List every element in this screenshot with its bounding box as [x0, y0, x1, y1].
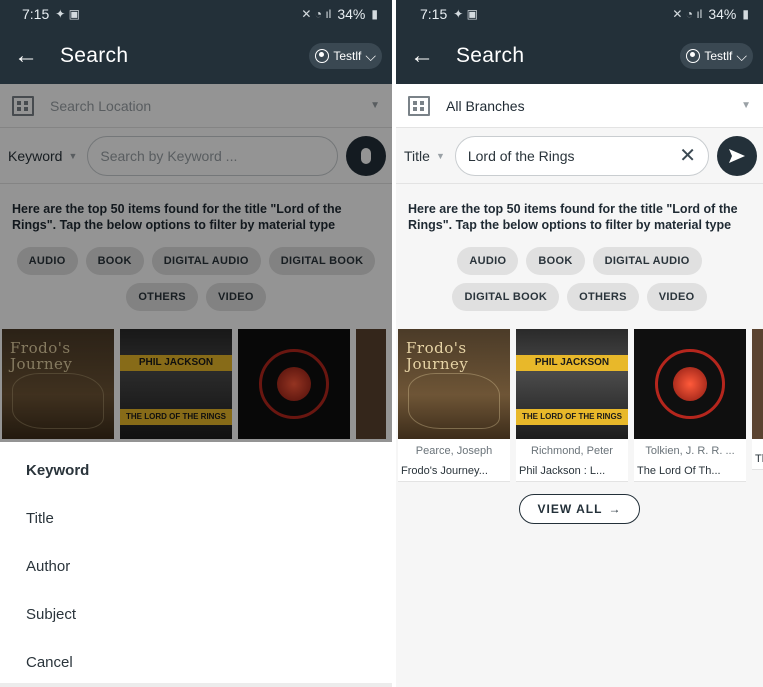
menu-item-title[interactable]: Title: [0, 494, 392, 542]
result-author: Richmond, Peter: [531, 445, 613, 458]
result-author: [755, 445, 763, 453]
results-summary: Here are the top 50 items found for the …: [408, 202, 738, 232]
search-row: Title ▼ ✕: [396, 128, 763, 184]
result-meta: Pearce, Joseph Frodo's Journey...: [398, 439, 510, 483]
cover-band: PHIL JACKSON: [516, 355, 628, 372]
user-menu-button[interactable]: Testlf ⌵: [680, 43, 753, 69]
location-value: All Branches: [446, 97, 525, 114]
result-meta: Richmond, Peter Phil Jackson : L...: [516, 439, 628, 483]
chip-book[interactable]: BOOK: [526, 247, 585, 276]
app-bar: ← Search Testlf ⌵: [396, 28, 763, 84]
notification-icon: ✦ ▣: [453, 7, 478, 21]
result-card[interactable]: Th: [752, 329, 763, 482]
page-title: Search: [456, 44, 525, 67]
send-icon: [729, 148, 745, 163]
result-author: Pearce, Joseph: [415, 445, 493, 458]
menu-item-subject[interactable]: Subject: [0, 590, 392, 638]
chip-digital-audio[interactable]: DIGITAL AUDIO: [592, 247, 702, 276]
arrow-right-icon: →: [608, 502, 622, 517]
result-card[interactable]: PHIL JACKSON THE LORD OF THE RINGS Richm…: [516, 329, 628, 483]
ring-icon: [655, 349, 725, 420]
search-type-label: Title: [404, 147, 430, 164]
status-time: 7:15: [420, 6, 448, 22]
result-title: Frodo's Journey...: [401, 465, 488, 478]
result-title: The Lord Of Th...: [637, 465, 721, 478]
book-cover: [752, 329, 763, 440]
result-list: Frodo's Journey Pearce, Joseph Frodo's J…: [396, 329, 763, 483]
result-card[interactable]: Frodo's Journey Pearce, Joseph Frodo's J…: [398, 329, 510, 483]
back-arrow-icon[interactable]: ←: [14, 44, 54, 68]
view-all-button[interactable]: VIEW ALL →: [518, 494, 641, 525]
notification-icon: ✦ ▣: [55, 7, 80, 21]
right-screen: 7:15 ✦ ▣ ✕ ◔ ıl 34% ▮ ← Search Testlf ⌵ …: [396, 0, 763, 687]
search-type-menu: Keyword Title Author Subject Cancel: [0, 442, 392, 687]
result-author: Tolkien, J. R. R. ...: [645, 445, 735, 458]
search-submit-button[interactable]: [717, 135, 757, 176]
clear-icon[interactable]: ✕: [679, 143, 696, 168]
material-filter-chips: AUDIO BOOK DIGITAL AUDIO DIGITAL BOOK OT…: [396, 243, 763, 319]
battery-level: 34%: [337, 6, 366, 22]
cover-title: Frodo's Journey: [406, 339, 469, 373]
book-cover: [634, 329, 746, 440]
user-name: Testlf: [704, 49, 733, 63]
left-screen: 7:15 ✦ ▣ ✕ ◔ ıl 34% ▮ ← Search Testlf ⌵ …: [0, 0, 392, 687]
battery-icon: ▮: [742, 7, 749, 21]
user-icon: [686, 49, 701, 63]
view-all-label: VIEW ALL: [537, 502, 603, 517]
chip-others[interactable]: OTHERS: [567, 283, 639, 312]
menu-item-keyword[interactable]: Keyword: [0, 446, 392, 494]
result-title: Phil Jackson : L...: [519, 465, 606, 478]
result-meta: Tolkien, J. R. R. ... The Lord Of Th...: [634, 439, 746, 483]
search-type-select[interactable]: Title ▼: [404, 148, 445, 164]
user-icon: [315, 49, 330, 63]
menu-item-author[interactable]: Author: [0, 542, 392, 590]
menu-item-cancel[interactable]: Cancel: [0, 638, 392, 686]
cover-band: THE LORD OF THE RINGS: [516, 409, 628, 426]
modal-scrim[interactable]: [0, 84, 392, 442]
page-title: Search: [60, 44, 129, 67]
status-time: 7:15: [22, 6, 50, 22]
chip-digital-book[interactable]: DIGITAL BOOK: [452, 283, 560, 312]
search-input-wrapper: ✕: [454, 135, 709, 176]
signal-icon: ✕ ◔ ıl: [301, 7, 332, 21]
result-title: Th: [755, 453, 763, 466]
view-all-container: VIEW ALL →: [396, 494, 763, 525]
result-meta: Th: [752, 439, 763, 471]
book-cover: Frodo's Journey: [398, 329, 510, 440]
signal-icon: ✕ ◔ ıl: [672, 7, 703, 21]
status-bar: 7:15 ✦ ▣ ✕ ◔ ıl 34% ▮: [0, 0, 392, 28]
chip-audio[interactable]: AUDIO: [457, 247, 519, 276]
book-cover: PHIL JACKSON THE LORD OF THE RINGS: [516, 329, 628, 440]
search-input[interactable]: [467, 147, 674, 164]
divider: [0, 683, 392, 687]
status-bar: 7:15 ✦ ▣ ✕ ◔ ıl 34% ▮: [396, 0, 763, 28]
caret-down-icon: ▼: [741, 100, 751, 111]
caret-down-icon: ▼: [435, 150, 445, 161]
chip-video[interactable]: VIDEO: [646, 283, 707, 312]
back-arrow-icon[interactable]: ←: [410, 44, 450, 68]
chevron-down-icon: ⌵: [365, 47, 376, 64]
result-card[interactable]: Tolkien, J. R. R. ... The Lord Of Th...: [634, 329, 746, 483]
building-icon: [408, 95, 430, 116]
battery-icon: ▮: [371, 7, 378, 21]
user-menu-button[interactable]: Testlf ⌵: [309, 43, 382, 69]
battery-level: 34%: [708, 6, 737, 22]
user-name: Testlf: [333, 49, 362, 63]
app-bar: ← Search Testlf ⌵: [0, 28, 392, 84]
chevron-down-icon: ⌵: [736, 47, 747, 64]
location-selector[interactable]: All Branches ▼: [396, 84, 763, 128]
